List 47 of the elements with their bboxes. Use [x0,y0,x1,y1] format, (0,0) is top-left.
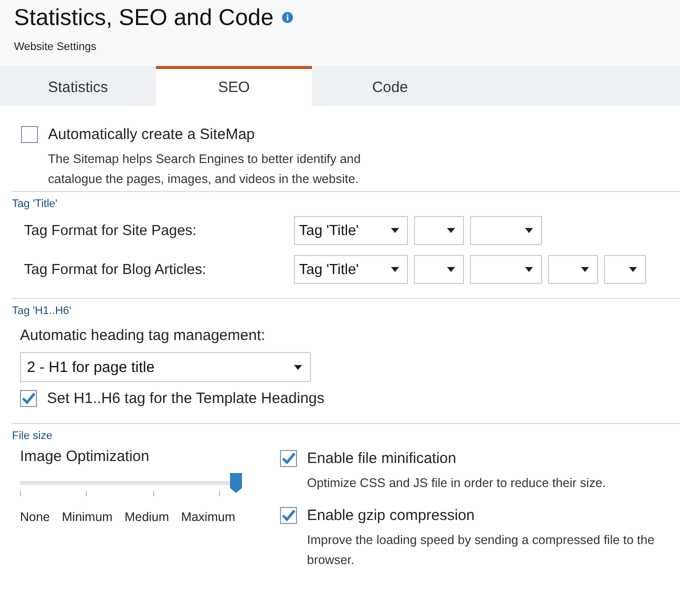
slider-stop-label: Medium [124,510,170,524]
tab[interactable]: Code [312,66,468,106]
info-icon[interactable] [282,12,293,23]
section-heading: Tag 'H1..H6' [12,304,72,317]
checkbox-label: Automatically create a SiteMap [48,126,255,143]
tab[interactable]: Statistics [0,66,156,106]
caret-icon [447,228,455,233]
checkbox[interactable] [20,390,37,407]
section-heading: Tag 'Title' [12,197,58,210]
dropdown[interactable] [470,255,542,284]
page-title: Statistics, SEO and Code [14,4,274,31]
description-text: Improve the loading speed by sending a compressed file to the browser. [307,532,656,569]
checkbox[interactable] [21,126,38,143]
caret-icon [391,228,399,233]
checkbox-label: Enable gzip compression [307,507,475,524]
caret-icon [447,267,455,272]
checkbox[interactable] [280,507,297,524]
field-label: Automatic heading tag management: [20,327,266,344]
tab[interactable]: SEO [156,66,312,106]
checkbox-label: Set H1..H6 tag for the Template Headings [47,390,324,407]
checkbox[interactable] [280,450,297,467]
slider-stop-label: Maximum [181,510,236,524]
slider-label: Image Optimization [20,448,150,465]
description-text: Optimize CSS and JS file in order to reduce their size. [307,475,607,492]
caret-icon [581,267,589,272]
caret-icon [391,267,399,272]
caret-icon [525,267,533,272]
caret-icon [294,364,302,370]
caret-icon [629,267,637,272]
dropdown[interactable] [414,255,464,284]
field-label: Tag Format for Site Pages: [24,222,198,238]
description-text: The Sitemap helps Search Engines to better identify and catalogue the pages, images, and videos in the website. [48,151,362,188]
dropdown[interactable] [548,255,598,284]
page-subtitle: Website Settings [14,41,98,53]
section-heading: File size [12,429,54,442]
dropdown[interactable]: Tag 'Title' [294,216,408,245]
caret-icon [525,228,533,233]
field-label: Tag Format for Blog Articles: [24,262,208,278]
slider-thumb[interactable] [230,473,242,493]
checkbox-label: Enable file minification [307,450,456,467]
dropdown[interactable] [414,216,464,245]
dropdown[interactable]: 2 - H1 for page title [20,352,311,382]
dropdown[interactable] [604,255,646,284]
slider-stop-label: None [20,510,50,524]
dropdown[interactable]: Tag 'Title' [294,255,408,284]
slider-stop-label: Minimum [62,510,113,524]
dropdown[interactable] [470,216,542,245]
